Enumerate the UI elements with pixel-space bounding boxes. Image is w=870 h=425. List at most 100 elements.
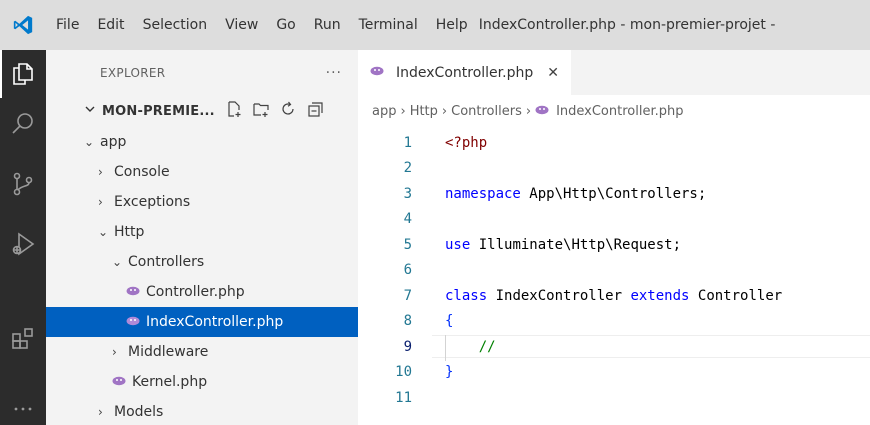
explorer-icon[interactable] xyxy=(0,50,46,98)
code-token: use xyxy=(445,236,471,253)
menu-help[interactable]: Help xyxy=(427,0,477,50)
tree-folder-item[interactable]: ⌄ Controllers xyxy=(46,247,358,277)
chevron-down-icon xyxy=(84,103,102,119)
code-line: 2 xyxy=(358,157,870,180)
chevron-right-icon: › xyxy=(400,103,406,119)
menu-view[interactable]: View xyxy=(216,0,267,50)
sidebar-header: EXPLORER ··· xyxy=(46,50,358,95)
tree-item-label: app xyxy=(100,134,127,150)
code-line: 7 class IndexController extends Controlle… xyxy=(358,284,870,307)
chevron-right-icon: › xyxy=(441,103,448,119)
views-more-button[interactable]: ··· xyxy=(326,65,342,81)
code-token: Controller xyxy=(689,287,783,304)
tree-item-label: Middleware xyxy=(128,344,209,360)
chevron-right-icon: › xyxy=(98,165,103,179)
breadcrumb-item[interactable]: Controllers xyxy=(451,104,522,119)
search-icon[interactable] xyxy=(0,100,46,148)
menu-run[interactable]: Run xyxy=(305,0,350,50)
code-line: 10} xyxy=(358,361,870,384)
line-number: 5 xyxy=(403,236,412,253)
tree-file-item[interactable]: IndexController.php xyxy=(46,307,358,337)
tree-item-label: Models xyxy=(114,404,164,420)
code-line: 1 <?php xyxy=(358,131,870,154)
line-number: 4 xyxy=(403,211,412,227)
code-token: Illuminate\Http\Request; xyxy=(470,236,682,253)
line-number: 10 xyxy=(395,364,412,380)
vscode-logo-icon xyxy=(0,0,46,50)
menu-file[interactable]: File xyxy=(46,0,88,50)
php-file-icon xyxy=(112,375,126,390)
breadcrumb: app › Http › Controllers › IndexController.php xyxy=(358,95,870,127)
folder-actions xyxy=(225,100,324,122)
php-file-icon xyxy=(126,315,140,330)
code-line: 8{ xyxy=(358,310,870,333)
collapse-all-icon[interactable] xyxy=(306,100,324,122)
explorer-sidebar: EXPLORER ··· MON-PREMIE... ⌄ app › Conso… xyxy=(46,50,358,425)
code-token: App\Http\Controllers; xyxy=(520,185,707,202)
tree-item-label: Http xyxy=(114,224,145,240)
tree-folder-item[interactable]: › Models xyxy=(46,397,358,425)
refresh-icon[interactable] xyxy=(279,100,297,122)
code-line: 4 xyxy=(358,208,870,231)
window-title: IndexController.php - mon-premier-projet… xyxy=(478,17,776,33)
php-file-icon xyxy=(535,104,549,119)
code-line: 5 use Illuminate\Http\Request; xyxy=(358,233,870,256)
code-token: namespace xyxy=(445,185,521,202)
breadcrumb-item[interactable]: IndexController.php xyxy=(556,104,683,119)
tab-index-controller[interactable]: IndexController.php ✕ xyxy=(358,50,572,95)
menu-selection[interactable]: Selection xyxy=(134,0,217,50)
close-icon[interactable]: ✕ xyxy=(547,65,559,81)
tree-item-label: Console xyxy=(114,164,170,180)
new-file-icon[interactable] xyxy=(225,100,243,122)
code-token: IndexController xyxy=(487,287,631,304)
php-file-icon xyxy=(126,285,140,300)
chevron-right-icon: › xyxy=(525,103,532,119)
tree-item-label: Controllers xyxy=(128,254,205,270)
menu-edit[interactable]: Edit xyxy=(88,0,133,50)
code-token: extends xyxy=(630,287,690,304)
code-line: 6 xyxy=(358,259,870,282)
sidebar-title: EXPLORER xyxy=(100,65,166,80)
tree-item-label: Kernel.php xyxy=(132,374,208,390)
more-icon[interactable] xyxy=(0,405,46,425)
breadcrumb-item[interactable]: Http xyxy=(410,104,438,119)
tree-file-item[interactable]: Kernel.php xyxy=(46,367,358,397)
extensions-icon[interactable] xyxy=(0,315,46,363)
line-number: 3 xyxy=(403,185,412,202)
tree-folder-item[interactable]: ⌄ Http xyxy=(46,217,358,247)
line-number: 6 xyxy=(403,262,412,278)
run-debug-icon[interactable] xyxy=(0,220,46,268)
code-text: use Illuminate\Http\Request; xyxy=(445,237,681,253)
breadcrumb-item[interactable]: app xyxy=(372,104,396,119)
tree-folder-item[interactable]: › Middleware xyxy=(46,337,358,367)
tree-file-item[interactable]: Controller.php xyxy=(46,277,358,307)
chevron-right-icon: › xyxy=(112,345,117,359)
code-token: } xyxy=(445,364,454,380)
title-bar: File Edit Selection View Go Run Terminal Help I… xyxy=(0,0,870,50)
editor-tabs: IndexController.php ✕ xyxy=(358,50,870,95)
tree-folder-item[interactable]: › Exceptions xyxy=(46,187,358,217)
line-number: 7 xyxy=(403,287,412,304)
chevron-right-icon: › xyxy=(98,405,103,419)
tree-folder-item[interactable]: › Console xyxy=(46,157,358,187)
editor-area: IndexController.php ✕ app › Http › Controlle… xyxy=(358,50,870,425)
workspace-folder-header[interactable]: MON-PREMIE... xyxy=(46,95,358,127)
php-file-icon xyxy=(370,65,384,80)
code-token: // xyxy=(445,338,496,355)
workspace-folder-name: MON-PREMIE... xyxy=(102,103,215,119)
tree-folder-item[interactable]: ⌄ app xyxy=(46,127,358,157)
line-number: 8 xyxy=(403,313,412,329)
chevron-down-icon: ⌄ xyxy=(84,135,95,149)
code-text: { xyxy=(445,313,453,329)
tree-item-label: IndexController.php xyxy=(146,314,284,330)
code-text: namespace App\Http\Controllers; xyxy=(445,186,706,202)
chevron-down-icon: ⌄ xyxy=(112,255,123,269)
menu-bar: File Edit Selection View Go Run Terminal Help xyxy=(46,0,477,50)
tree-item-label: Exceptions xyxy=(114,194,191,210)
code-line: 3 namespace App\Http\Controllers; xyxy=(358,182,870,205)
line-number: 9 xyxy=(403,338,412,355)
menu-go[interactable]: Go xyxy=(267,0,304,50)
source-control-icon[interactable] xyxy=(0,160,46,208)
new-folder-icon[interactable] xyxy=(252,100,270,122)
menu-terminal[interactable]: Terminal xyxy=(350,0,427,50)
